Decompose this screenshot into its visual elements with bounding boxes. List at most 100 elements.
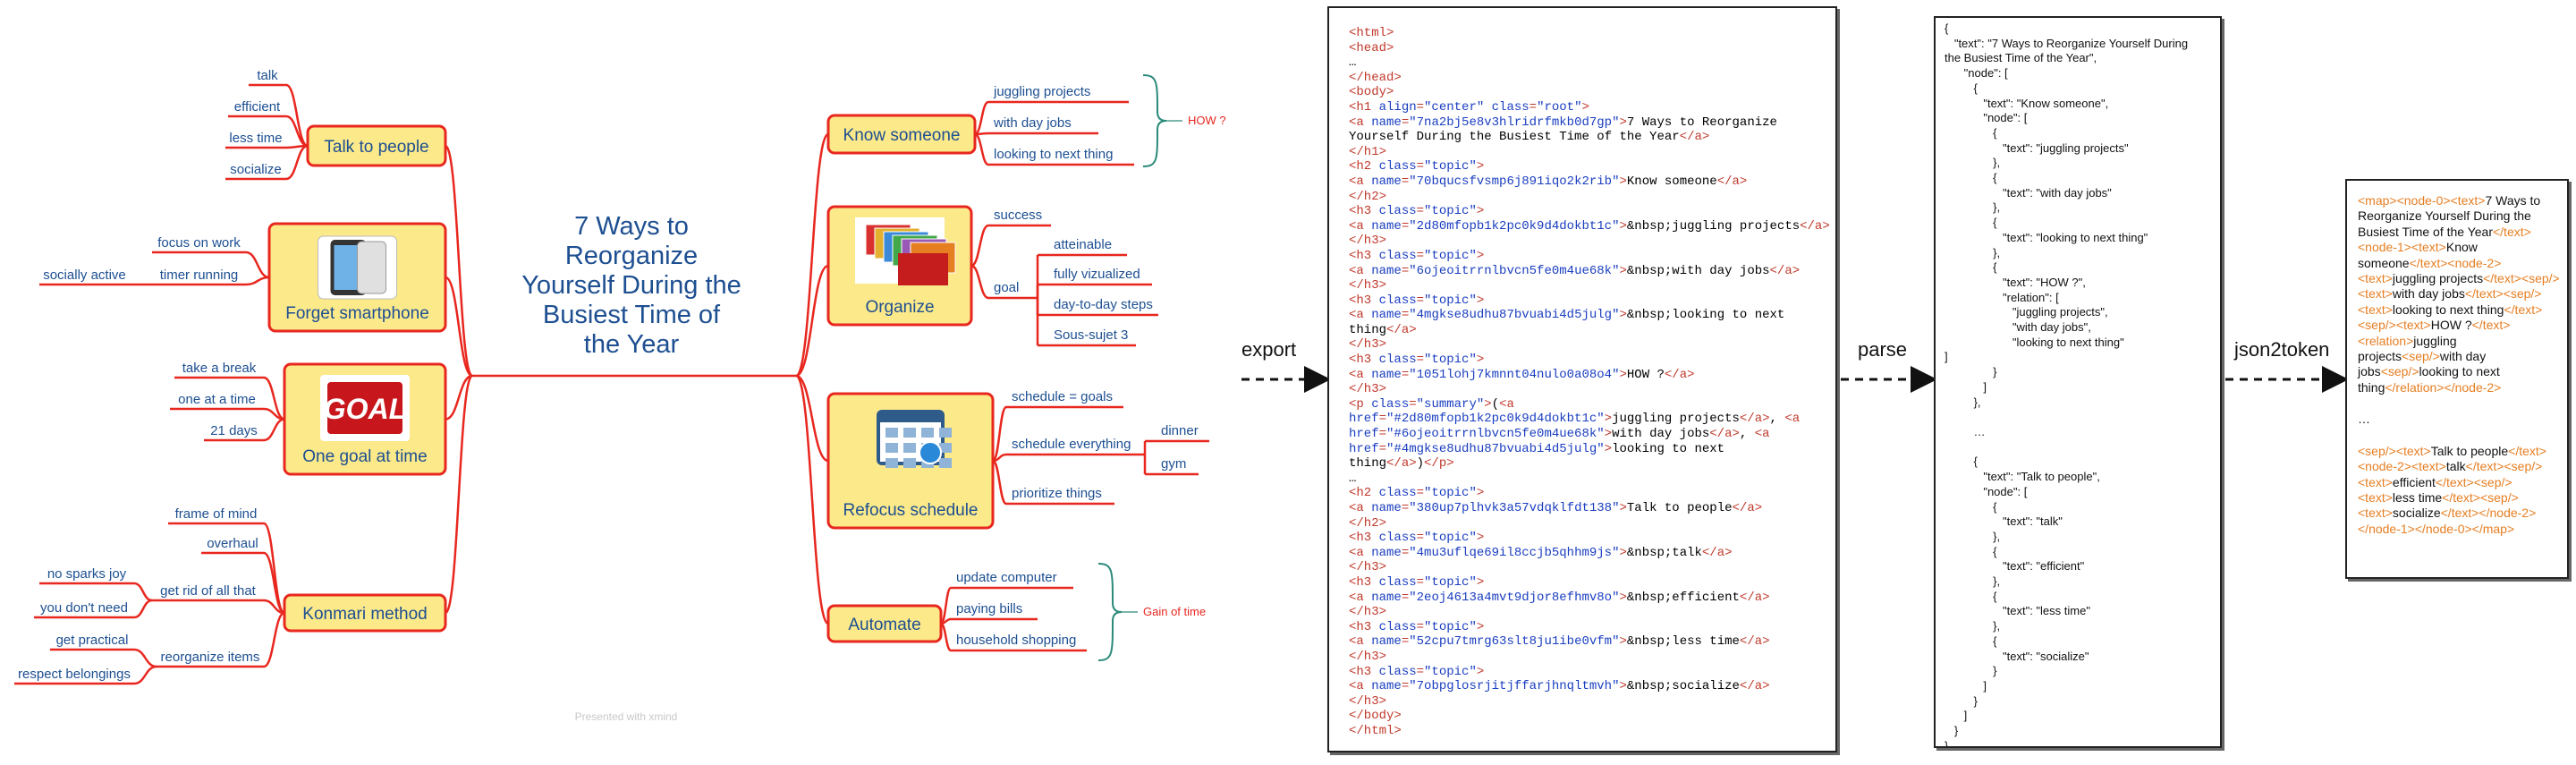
code-token: name <box>1371 679 1402 694</box>
code-token: > <box>1619 308 1627 323</box>
code-token: align <box>1378 99 1417 115</box>
html-code-line: <h3 class="topic"> <box>1349 249 1826 264</box>
code-token: > <box>1619 501 1627 515</box>
token-segment: <map><node-0><text> <box>2358 193 2486 208</box>
json-line: }, <box>1945 574 2001 589</box>
code-token: </a> <box>1386 322 1417 337</box>
code-token: <h3 <box>1349 664 1379 679</box>
code-token: <a <box>1754 427 1770 442</box>
code-token: with day jobs <box>1612 427 1710 442</box>
html-code-line: </h3> <box>1349 650 1826 665</box>
token-segment: <sep/> <box>2402 349 2440 364</box>
code-token: = <box>1416 574 1425 590</box>
code-token: <a <box>1349 308 1372 323</box>
code-token: = <box>1416 99 1425 115</box>
code-token: </a> <box>1800 218 1830 234</box>
html-code-line: </h1> <box>1349 145 1826 160</box>
code-token: = <box>1401 679 1410 694</box>
code-token: > <box>1476 353 1485 368</box>
html-code-line: Yourself During the Busiest Time of the … <box>1349 130 1826 145</box>
code-token: </a> <box>1386 456 1417 472</box>
code-token: class <box>1378 248 1417 263</box>
code-token: </a> <box>1716 174 1748 189</box>
code-token: name <box>1371 501 1402 515</box>
code-token: "7obpglosrjitjffarjhnqltmvh" <box>1409 679 1620 694</box>
html-code-line: <a name="52cpu7tmrg63slt8ju1ibe0vfm">&nb… <box>1349 634 1826 650</box>
code-token: href <box>1349 441 1379 456</box>
code-token: &nbsp;with day jobs <box>1626 263 1770 278</box>
code-token: &nbsp;looking to next <box>1626 308 1785 323</box>
json-line: } <box>1945 693 1978 708</box>
code-token: "#6ojeoitrrnlbvcn5fe0m4ue68k" <box>1386 427 1605 442</box>
json-line: "relation": [ <box>1945 290 2059 304</box>
code-token: "topic" <box>1424 248 1477 263</box>
code-token: > <box>1619 367 1627 382</box>
json-line: ] <box>1945 709 1968 723</box>
code-token: = <box>1416 204 1425 219</box>
json-line: "text": "efficient" <box>1945 559 2085 574</box>
code-token: </h3> <box>1349 382 1387 397</box>
json-line <box>1945 410 2215 425</box>
token-segment: with day jobs <box>2392 286 2465 302</box>
html-code-line: </h3> <box>1349 560 1826 575</box>
html-code-line: </body> <box>1349 709 1826 724</box>
code-token: <body> <box>1349 85 1394 100</box>
code-token: thing <box>1349 322 1387 337</box>
code-token: <a <box>1349 367 1372 382</box>
json-line: }, <box>1945 529 2001 543</box>
json-line: { <box>1945 589 1997 603</box>
token-segment: juggling projects <box>2392 271 2484 286</box>
code-token: = <box>1401 545 1410 560</box>
json-line: { <box>1945 216 1997 230</box>
token-segment: HOW ? <box>2430 318 2472 333</box>
code-token: <p <box>1349 396 1372 412</box>
code-token: > <box>1476 293 1485 308</box>
code-token: "topic" <box>1424 619 1477 634</box>
code-token: > <box>1484 396 1492 412</box>
html-code-line: <a name="1051lohj7kmnnt04nulo0a08o4">HOW… <box>1349 368 1826 383</box>
json-line: }, <box>1945 245 2001 259</box>
code-token: </a> <box>1701 545 1733 560</box>
code-token: class <box>1378 574 1417 590</box>
code-token: &nbsp;talk <box>1626 545 1702 560</box>
code-token: </h3> <box>1349 649 1387 664</box>
json-line: "looking to next thing" <box>1945 335 2124 349</box>
code-token: = <box>1416 248 1425 263</box>
token-segment: less time <box>2392 489 2443 505</box>
code-token: class <box>1378 664 1417 679</box>
html-code-line: <a name="4mu3uflqe69il8ccjb5qhhm9js">&nb… <box>1349 546 1826 561</box>
token-segment: efficient <box>2392 474 2436 489</box>
json-line: ] <box>1945 350 1948 364</box>
export-label: export <box>1241 338 1297 361</box>
code-token: > <box>1619 590 1627 605</box>
token-paragraph: <map><node-0><text>7 Ways to Reorganize … <box>2358 193 2560 395</box>
code-token: name <box>1371 218 1402 234</box>
html-export-panel: <html> <head>… </head> <body> <h1 align="cen… <box>1327 6 1837 752</box>
code-token: "topic" <box>1424 486 1477 501</box>
code-token: > <box>1476 248 1485 263</box>
html-code-line: </head> <box>1349 71 1826 86</box>
html-code-line: <a name="70bqucsfvsmp6j891iqo2k2rib">Kno… <box>1349 174 1826 190</box>
code-token: looking to next <box>1612 441 1725 456</box>
token-segment: <sep/><text> <box>2358 443 2431 458</box>
code-token: = <box>1378 427 1387 442</box>
code-token: = <box>1416 531 1425 546</box>
json-line: "text": "looking to next thing" <box>1945 230 2148 244</box>
html-code-line: <html> <box>1349 26 1826 41</box>
code-token: > <box>1476 664 1485 679</box>
code-token: "380up7plhvk3a57vdqklfdt138" <box>1409 501 1620 515</box>
token-segment: </relation></node-2> <box>2385 379 2502 395</box>
code-token: class <box>1378 159 1417 174</box>
code-token: </p> <box>1424 456 1454 472</box>
code-token: "4mu3uflqe69il8ccjb5qhhm9js" <box>1409 545 1620 560</box>
code-token: </h3> <box>1349 693 1387 709</box>
code-token: <a <box>1349 679 1372 694</box>
html-code-line: <a name="7obpglosrjitjffarjhnqltmvh">&nb… <box>1349 679 1826 694</box>
token-paragraph: … <box>2358 412 2560 427</box>
html-code-line: <h3 class="topic"> <box>1349 293 1826 309</box>
code-token: = <box>1401 218 1410 234</box>
code-token: = <box>1416 159 1425 174</box>
code-token: > <box>1619 174 1627 189</box>
code-token: <a <box>1784 412 1801 427</box>
json-line: "text": "juggling projects" <box>1945 140 2129 155</box>
